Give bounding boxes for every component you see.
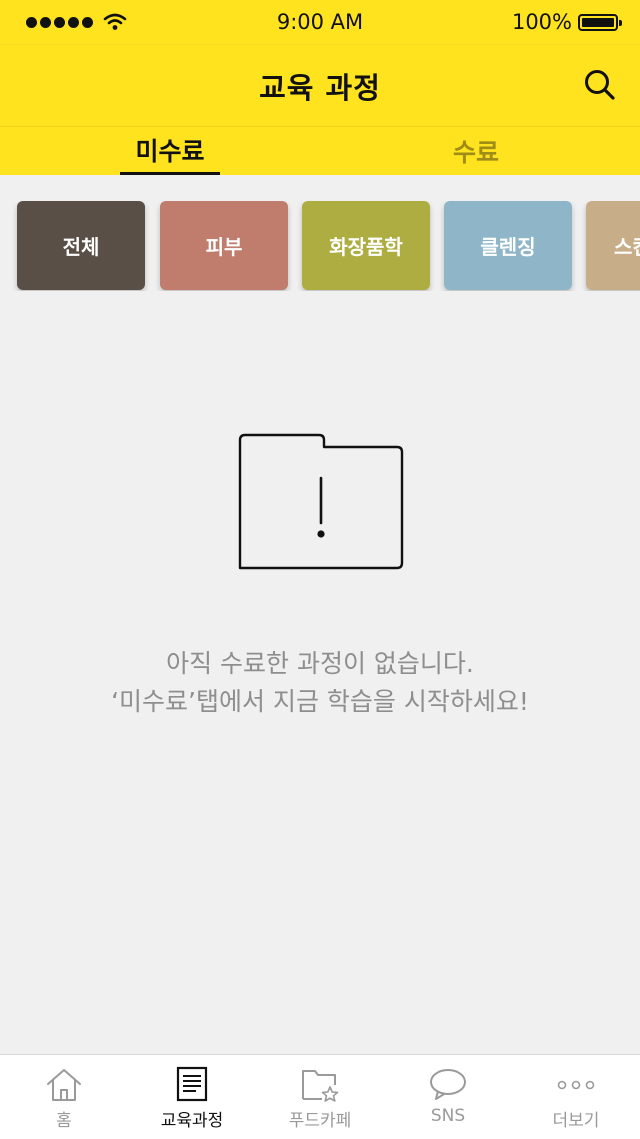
- category-skin[interactable]: 피부: [160, 201, 288, 290]
- category-skincare[interactable]: 스킨: [586, 201, 640, 290]
- tabbar-label-sns: SNS: [430, 1106, 466, 1126]
- empty-message-line-1: 아직 수료한 과정이 없습니다.: [166, 649, 474, 678]
- search-icon[interactable]: [582, 67, 618, 103]
- chat-bubble-icon: [430, 1069, 466, 1100]
- category-cosmetics[interactable]: 화장품학: [302, 201, 430, 290]
- empty-message-line-2: ‘미수료’탭에서 지금 학습을 시작하세요!: [111, 687, 529, 716]
- tabbar-label-home: 홈: [56, 1111, 72, 1131]
- navigation-header: 교육 과정: [0, 44, 640, 127]
- status-bar: 9:00 AM 100%: [0, 0, 640, 44]
- document-icon: [176, 1066, 208, 1102]
- tabbar-item-sns[interactable]: SNS: [384, 1055, 512, 1139]
- tabbar-label-courses: 교육과정: [160, 1111, 224, 1131]
- battery-percent: 100%: [511, 10, 572, 34]
- tab-completed[interactable]: 수료: [426, 127, 526, 175]
- folder-warning-icon: [238, 433, 404, 570]
- more-dots-icon: [557, 1080, 595, 1090]
- home-icon: [47, 1069, 81, 1101]
- signal-group: [26, 13, 206, 31]
- battery-group: 100%: [511, 10, 622, 34]
- wifi-icon: [103, 13, 127, 30]
- tabbar-item-food-cafe[interactable]: 푸드카페: [256, 1055, 384, 1139]
- battery-icon: [578, 13, 622, 31]
- category-all[interactable]: 전체: [17, 201, 145, 290]
- tabbar-item-home[interactable]: 홈: [0, 1055, 128, 1139]
- bottom-tab-bar: 홈 교육과정 푸드카페 SNS 더보기: [0, 1054, 640, 1139]
- tabbar-label-more: 더보기: [552, 1111, 600, 1131]
- signal-strength-icon: [26, 16, 93, 28]
- category-list: 전체 피부 화장품학 클렌징 스킨: [0, 201, 640, 291]
- tab-incomplete[interactable]: 미수료: [120, 127, 220, 175]
- category-cleansing[interactable]: 클렌징: [444, 201, 572, 290]
- segment-tabs: 미수료 수료: [0, 126, 640, 175]
- tabbar-item-courses[interactable]: 교육과정: [128, 1055, 256, 1139]
- page-title: 교육 과정: [259, 71, 381, 105]
- folder-star-icon: [302, 1070, 339, 1102]
- tabbar-label-food-cafe: 푸드카페: [288, 1111, 352, 1131]
- empty-state-message: 아직 수료한 과정이 없습니다. ‘미수료’탭에서 지금 학습을 시작하세요!: [0, 645, 640, 721]
- tabbar-item-more[interactable]: 더보기: [512, 1055, 640, 1139]
